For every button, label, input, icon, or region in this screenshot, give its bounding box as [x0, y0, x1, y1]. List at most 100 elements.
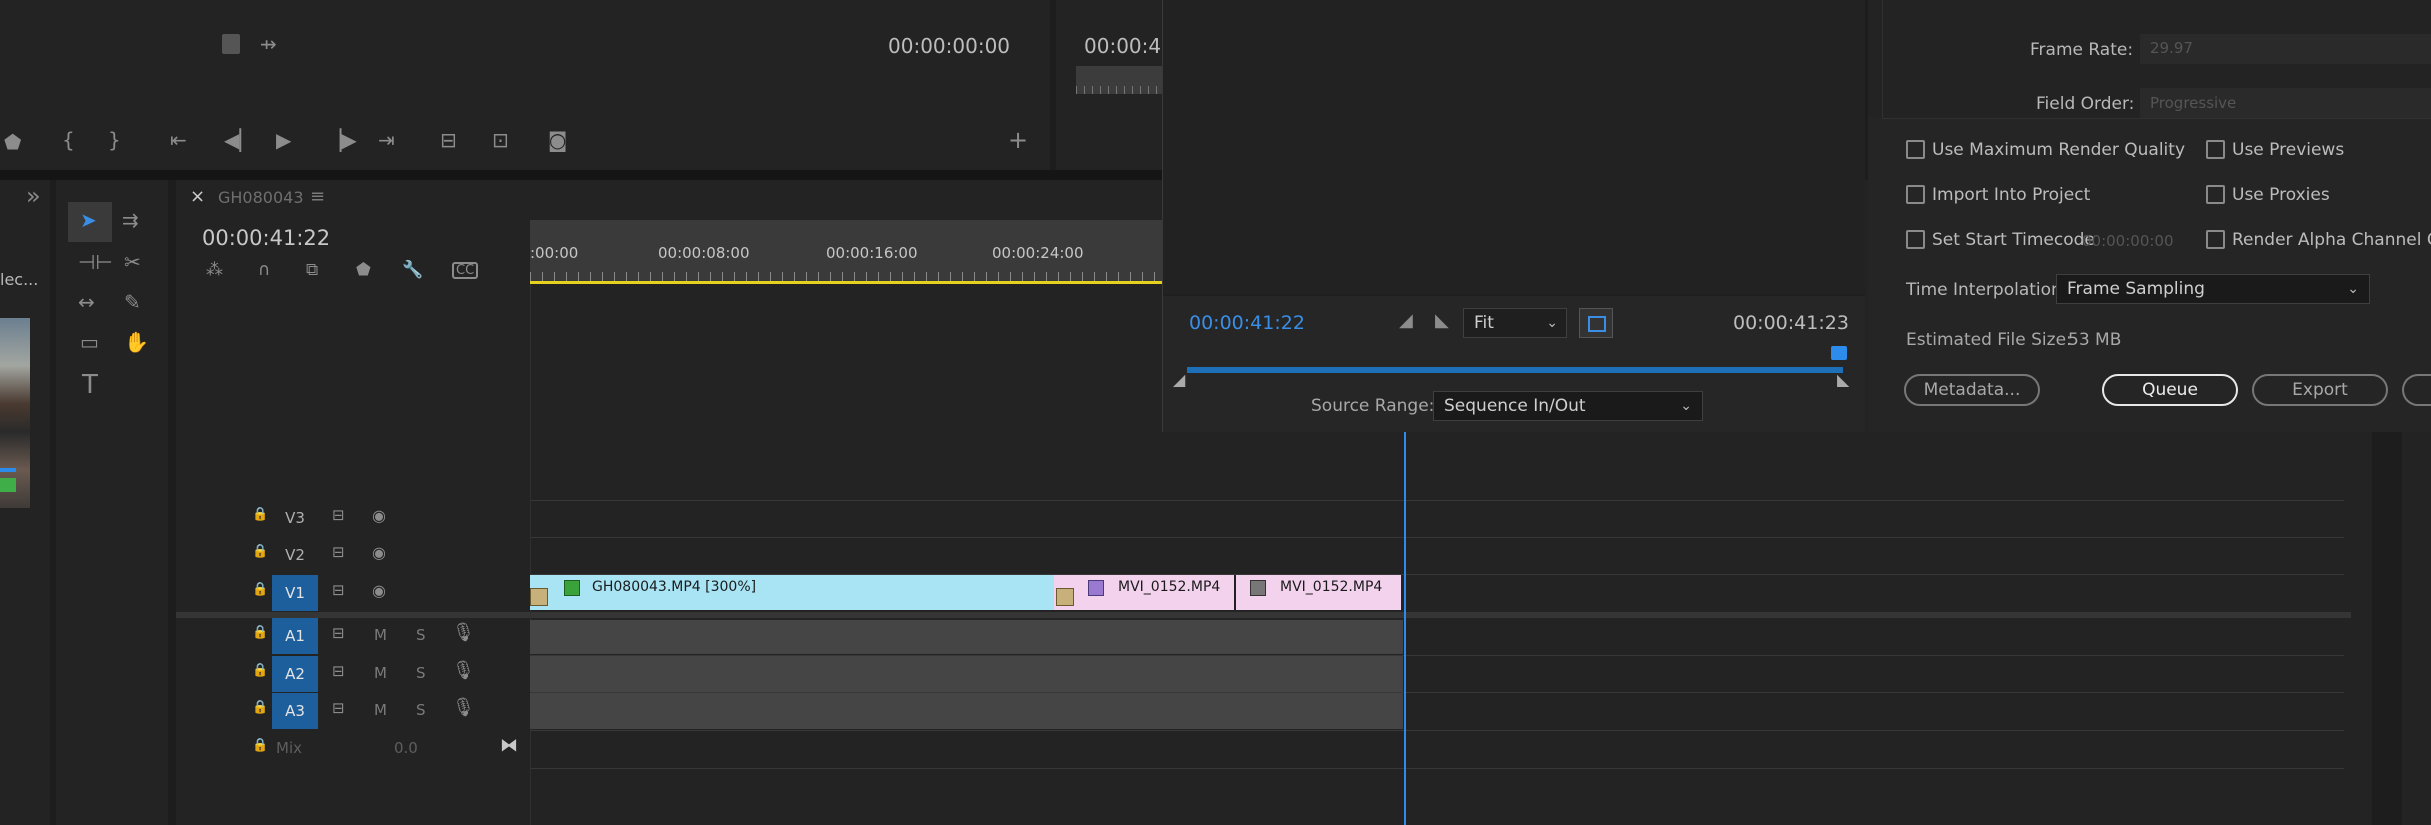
- sync-lock-icon[interactable]: ⊟: [332, 508, 345, 523]
- track-target-a1[interactable]: A1: [272, 618, 318, 654]
- track-target-v3[interactable]: V3: [272, 500, 318, 536]
- sync-lock-icon[interactable]: ⊟: [332, 701, 345, 716]
- overwrite-clip-icon[interactable]: ⊡: [492, 130, 509, 150]
- track-header-v1[interactable]: 🔒 V1 ⊟ ◉: [176, 575, 530, 611]
- lock-icon[interactable]: 🔒: [252, 701, 268, 714]
- ripple-edit-tool-icon[interactable]: ⊣⊢: [78, 252, 113, 272]
- linked-selection-icon[interactable]: ⧉: [306, 262, 318, 279]
- tab-menu-icon[interactable]: ≡: [310, 186, 325, 207]
- solo-button[interactable]: S: [416, 626, 426, 644]
- microphone-icon[interactable]: 🎙: [452, 699, 475, 717]
- razor-tool-icon[interactable]: ✂: [124, 252, 141, 272]
- in-point-handle-icon[interactable]: ◢: [1173, 372, 1185, 388]
- add-button-icon[interactable]: +: [1008, 128, 1028, 152]
- go-to-out-icon[interactable]: ⇥: [378, 130, 395, 150]
- microphone-icon[interactable]: 🎙: [452, 624, 475, 642]
- playhead-line[interactable]: [1404, 432, 1406, 825]
- mix-jump-icon[interactable]: ⧓: [500, 737, 518, 755]
- program-timecode[interactable]: 00:00:41: [1084, 34, 1174, 58]
- track-target-a2[interactable]: A2: [272, 656, 318, 692]
- use-previews-checkbox[interactable]: [2206, 140, 2225, 159]
- track-target-v2[interactable]: V2: [272, 537, 318, 573]
- sync-lock-icon[interactable]: ⊟: [332, 545, 345, 560]
- preview-scrubber-track[interactable]: [1187, 367, 1843, 373]
- import-into-project-checkbox[interactable]: [1906, 185, 1925, 204]
- close-tab-icon[interactable]: ×: [190, 186, 205, 207]
- time-interpolation-dropdown[interactable]: Frame Sampling ⌄: [2056, 274, 2370, 304]
- drag-video-icon[interactable]: ⇸: [260, 34, 277, 54]
- pen-tool-icon[interactable]: ✎: [124, 292, 141, 312]
- hand-tool-icon[interactable]: ✋: [124, 332, 149, 352]
- use-proxies-checkbox[interactable]: [2206, 185, 2225, 204]
- audio-clip-a1[interactable]: [530, 620, 1403, 654]
- export-frame-icon[interactable]: ◙: [548, 130, 567, 150]
- audio-clip-a2[interactable]: [530, 656, 1403, 692]
- export-button[interactable]: Export: [2252, 374, 2388, 406]
- track-header-a1[interactable]: 🔒 A1 ⊟ M S 🎙: [176, 618, 530, 654]
- source-range-dropdown[interactable]: Sequence In/Out ⌄: [1433, 391, 1703, 421]
- eye-icon[interactable]: ◉: [372, 508, 386, 524]
- mark-out-icon[interactable]: }: [108, 130, 121, 150]
- lock-icon[interactable]: 🔒: [252, 739, 268, 752]
- microphone-icon[interactable]: 🎙: [452, 662, 475, 680]
- track-target-a3[interactable]: A3: [272, 693, 318, 729]
- solo-button[interactable]: S: [416, 664, 426, 682]
- mute-button[interactable]: M: [374, 701, 387, 719]
- play-icon[interactable]: ▶: [276, 130, 291, 150]
- insert-clip-icon[interactable]: ⊟: [440, 130, 457, 150]
- metadata-button[interactable]: Metadata...: [1904, 374, 2040, 406]
- timeline-clip[interactable]: MVI_0152.MP4: [1236, 575, 1401, 610]
- set-in-point-icon[interactable]: ◢: [1399, 312, 1413, 330]
- timeline-clip[interactable]: GH080043.MP4 [300%]: [530, 575, 1054, 610]
- sync-lock-icon[interactable]: ⊟: [332, 583, 345, 598]
- solo-button[interactable]: S: [416, 701, 426, 719]
- lock-icon[interactable]: 🔒: [252, 545, 268, 558]
- timeline-vertical-scrollbar[interactable]: [2372, 432, 2402, 825]
- preview-current-timecode[interactable]: 00:00:41:22: [1189, 312, 1305, 334]
- lock-icon[interactable]: 🔒: [252, 626, 268, 639]
- selection-tool-icon[interactable]: ➤: [80, 210, 97, 230]
- track-target-v1[interactable]: V1: [272, 575, 318, 611]
- lock-icon[interactable]: 🔒: [252, 583, 268, 596]
- sync-lock-icon[interactable]: ⊟: [332, 626, 345, 641]
- eye-icon[interactable]: ◉: [372, 545, 386, 561]
- set-start-timecode-checkbox[interactable]: [1906, 230, 1925, 249]
- eye-icon[interactable]: ◉: [372, 583, 386, 599]
- mix-volume-value[interactable]: 0.0: [394, 739, 418, 757]
- sequence-tab[interactable]: GH080043: [218, 188, 304, 207]
- lock-icon[interactable]: 🔒: [252, 664, 268, 677]
- timeline-clip[interactable]: MVI_0152.MP4: [1054, 575, 1234, 610]
- mute-button[interactable]: M: [374, 664, 387, 682]
- source-timecode[interactable]: 00:00:00:00: [888, 34, 1010, 58]
- settings-wrench-icon[interactable]: 🔧: [402, 262, 423, 279]
- set-out-point-icon[interactable]: ◣: [1435, 312, 1449, 330]
- project-item-label[interactable]: lec...: [0, 270, 38, 289]
- video-audio-divider[interactable]: [176, 612, 2351, 618]
- render-alpha-checkbox[interactable]: [2206, 230, 2225, 249]
- track-header-v2[interactable]: 🔒 V2 ⊟ ◉: [176, 537, 530, 573]
- mute-button[interactable]: M: [374, 626, 387, 644]
- add-marker-icon[interactable]: ⬟: [356, 262, 371, 279]
- insert-button[interactable]: [222, 34, 240, 54]
- track-header-mix[interactable]: 🔒 Mix 0.0 ⧓: [176, 731, 530, 767]
- mark-in-icon[interactable]: {: [62, 130, 75, 150]
- lock-icon[interactable]: 🔒: [252, 508, 268, 521]
- preview-playhead-handle[interactable]: [1831, 346, 1847, 360]
- go-to-in-icon[interactable]: ⇤: [170, 130, 187, 150]
- sync-lock-icon[interactable]: ⊟: [332, 664, 345, 679]
- captions-icon[interactable]: CC: [452, 262, 479, 279]
- slip-tool-icon[interactable]: ↔: [78, 292, 95, 312]
- rectangle-tool-icon[interactable]: ▭: [80, 332, 99, 352]
- snap-icon[interactable]: ∩: [258, 262, 270, 279]
- aspect-correction-button[interactable]: [1579, 308, 1613, 338]
- step-forward-icon[interactable]: ▕▶: [326, 130, 357, 150]
- fit-dropdown[interactable]: Fit ⌄: [1463, 308, 1567, 338]
- out-point-handle-icon[interactable]: ◣: [1837, 372, 1849, 388]
- use-max-render-quality-checkbox[interactable]: [1906, 140, 1925, 159]
- queue-button[interactable]: Queue: [2102, 374, 2238, 406]
- type-tool-icon[interactable]: T: [82, 372, 98, 398]
- track-select-tool-icon[interactable]: ⇉: [122, 210, 139, 230]
- track-header-v3[interactable]: 🔒 V3 ⊟ ◉: [176, 500, 530, 536]
- track-header-a2[interactable]: 🔒 A2 ⊟ M S 🎙: [176, 656, 530, 692]
- step-back-icon[interactable]: ◀▏: [224, 130, 255, 150]
